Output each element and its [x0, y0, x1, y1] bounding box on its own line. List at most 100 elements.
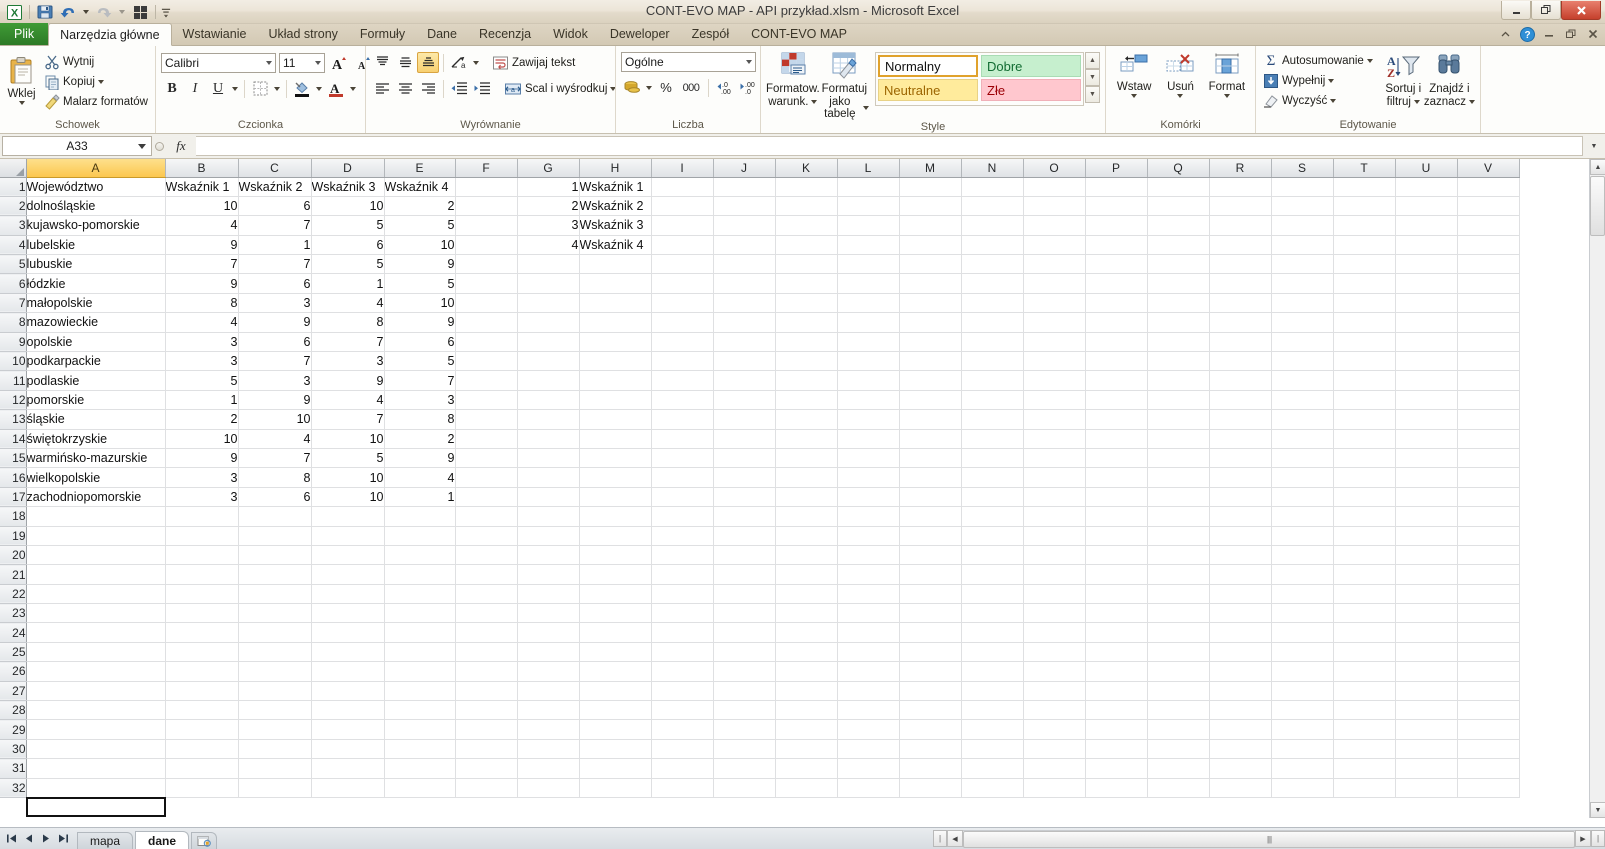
cell-C8[interactable]: 9 — [238, 312, 312, 333]
cell-C16[interactable]: 8 — [238, 467, 312, 488]
cell-P4[interactable] — [1085, 235, 1148, 256]
cell-G24[interactable] — [517, 622, 580, 643]
align-center-icon[interactable] — [394, 78, 416, 99]
cell-A28[interactable] — [26, 700, 166, 721]
cell-N25[interactable] — [961, 642, 1024, 663]
cell-T8[interactable] — [1333, 312, 1396, 333]
cell-R18[interactable] — [1209, 506, 1272, 527]
cell-G15[interactable] — [517, 448, 580, 469]
italic-button[interactable]: I — [184, 78, 206, 99]
cell-C9[interactable]: 6 — [238, 332, 312, 353]
cell-M4[interactable] — [899, 235, 962, 256]
cell-R26[interactable] — [1209, 661, 1272, 682]
cell-H14[interactable] — [579, 429, 652, 449]
cell-O16[interactable] — [1023, 467, 1086, 488]
cell-I1[interactable] — [651, 177, 714, 197]
cell-C22[interactable] — [238, 584, 312, 605]
cell-G10[interactable] — [517, 351, 580, 372]
horizontal-scroll-thumb[interactable]: |||| — [963, 831, 1575, 848]
cell-N32[interactable] — [961, 778, 1024, 799]
cell-J15[interactable] — [713, 448, 776, 469]
cell-B21[interactable] — [165, 564, 239, 585]
cell-D30[interactable] — [311, 739, 385, 760]
cell-J5[interactable] — [713, 254, 776, 275]
cell-F24[interactable] — [455, 622, 518, 643]
find-select-button[interactable]: Znajdź i zaznacz — [1424, 50, 1475, 108]
cell-N14[interactable] — [961, 429, 1024, 449]
cell-I20[interactable] — [651, 545, 714, 566]
cell-B19[interactable] — [165, 526, 239, 546]
cell-I6[interactable] — [651, 273, 714, 294]
cell-A4[interactable]: lubelskie — [26, 235, 166, 256]
cell-N29[interactable] — [961, 719, 1024, 740]
cell-T24[interactable] — [1333, 622, 1396, 643]
cell-P7[interactable] — [1085, 293, 1148, 314]
cell-F2[interactable] — [455, 196, 518, 217]
cell-F5[interactable] — [455, 254, 518, 275]
cell-R7[interactable] — [1209, 293, 1272, 314]
cell-R27[interactable] — [1209, 681, 1272, 702]
cell-T23[interactable] — [1333, 603, 1396, 624]
row-header-14[interactable]: 14 — [0, 429, 27, 449]
merge-center-button[interactable]: a Scal i wyśrodkuj — [502, 79, 618, 99]
cell-E24[interactable] — [384, 622, 456, 643]
cell-B18[interactable] — [165, 506, 239, 527]
cell-R22[interactable] — [1209, 584, 1272, 605]
cell-S21[interactable] — [1271, 564, 1334, 585]
cell-U22[interactable] — [1395, 584, 1458, 605]
cell-R29[interactable] — [1209, 719, 1272, 740]
cell-T17[interactable] — [1333, 487, 1396, 508]
cell-P18[interactable] — [1085, 506, 1148, 527]
cell-K31[interactable] — [775, 758, 838, 779]
align-bottom-icon[interactable] — [417, 52, 439, 73]
cell-A24[interactable] — [26, 622, 166, 643]
cell-K19[interactable] — [775, 526, 838, 546]
cell-I23[interactable] — [651, 603, 714, 624]
cell-D13[interactable]: 7 — [311, 409, 385, 430]
cell-Q7[interactable] — [1147, 293, 1210, 314]
cell-N11[interactable] — [961, 370, 1024, 391]
cell-M3[interactable] — [899, 215, 962, 236]
cell-P19[interactable] — [1085, 526, 1148, 546]
cell-T28[interactable] — [1333, 700, 1396, 721]
cell-F9[interactable] — [455, 332, 518, 353]
cell-O4[interactable] — [1023, 235, 1086, 256]
cell-A29[interactable] — [26, 719, 166, 740]
cell-D31[interactable] — [311, 758, 385, 779]
cell-P14[interactable] — [1085, 429, 1148, 449]
cell-O10[interactable] — [1023, 351, 1086, 372]
cell-V8[interactable] — [1457, 312, 1520, 333]
cell-F29[interactable] — [455, 719, 518, 740]
cell-S29[interactable] — [1271, 719, 1334, 740]
cell-A1[interactable]: Województwo — [26, 177, 166, 197]
cell-P16[interactable] — [1085, 467, 1148, 488]
cell-A32[interactable] — [26, 778, 166, 799]
cell-A11[interactable]: podlaskie — [26, 370, 166, 391]
cell-M21[interactable] — [899, 564, 962, 585]
cell-F14[interactable] — [455, 429, 518, 449]
grow-font-icon[interactable]: A — [328, 52, 350, 73]
cell-M20[interactable] — [899, 545, 962, 566]
cell-T21[interactable] — [1333, 564, 1396, 585]
cell-H20[interactable] — [579, 545, 652, 566]
cell-U29[interactable] — [1395, 719, 1458, 740]
cell-K14[interactable] — [775, 429, 838, 449]
cell-K25[interactable] — [775, 642, 838, 663]
cell-D16[interactable]: 10 — [311, 467, 385, 488]
cell-T4[interactable] — [1333, 235, 1396, 256]
insert-function-icon[interactable]: fx — [166, 138, 196, 154]
cell-I21[interactable] — [651, 564, 714, 585]
cell-I24[interactable] — [651, 622, 714, 643]
cell-Q12[interactable] — [1147, 390, 1210, 411]
cell-J26[interactable] — [713, 661, 776, 682]
cell-C13[interactable]: 10 — [238, 409, 312, 430]
cell-J22[interactable] — [713, 584, 776, 605]
cell-F3[interactable] — [455, 215, 518, 236]
cell-I27[interactable] — [651, 681, 714, 702]
cell-O2[interactable] — [1023, 196, 1086, 217]
cell-S18[interactable] — [1271, 506, 1334, 527]
cell-I9[interactable] — [651, 332, 714, 353]
tab-uklad-strony[interactable]: Układ strony — [257, 23, 348, 45]
cell-D5[interactable]: 5 — [311, 254, 385, 275]
cell-Q5[interactable] — [1147, 254, 1210, 275]
